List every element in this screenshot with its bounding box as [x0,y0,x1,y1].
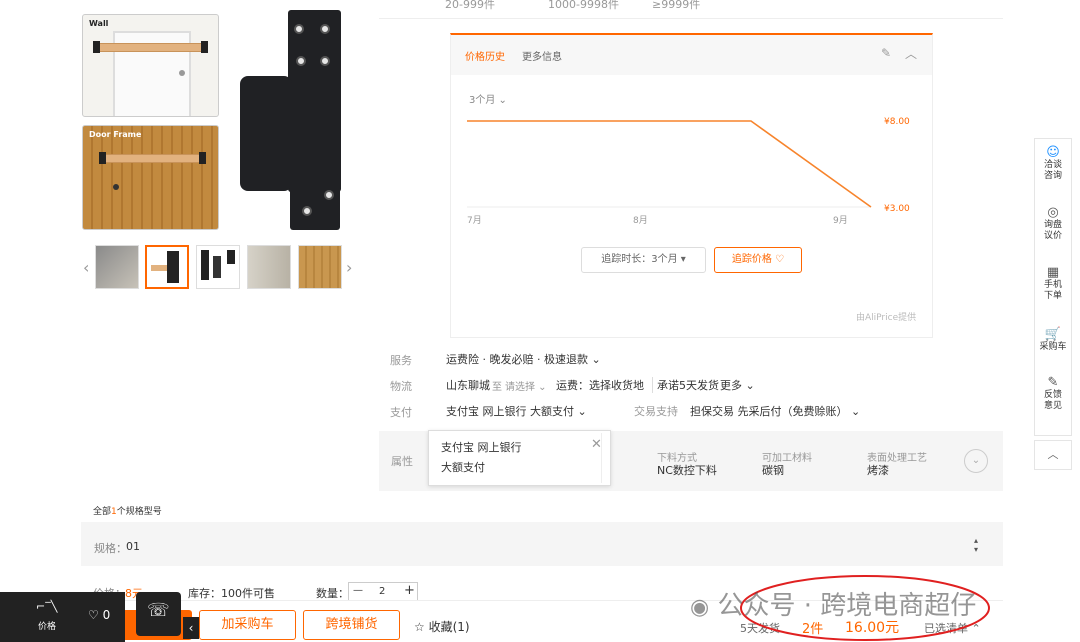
attr-value-surface: 烤漆 [867,464,889,477]
track-price-button[interactable]: 追踪价格 ♡ [714,247,802,273]
doorframe-tag: Door Frame [89,130,142,139]
service-value[interactable]: 运费险 · 晚发必赔 · 极速退款 ⌄ [446,351,601,367]
gallery-wall-image[interactable]: Wall [82,14,219,117]
quantity-minus[interactable]: — [353,585,363,596]
top-divider [379,18,1003,19]
trend-icon[interactable]: ⌐‾╲ [36,600,57,613]
x-label-sep: 9月 [833,215,848,226]
trade-support-value[interactable]: 担保交易 先采后付（免费赊账） ⌄ [690,403,860,419]
chat-icon: ☏ [147,600,170,621]
tier-3: ≥9999件 [652,0,701,11]
chat-button[interactable]: ☏ [136,592,181,636]
sidebar-label-feedback: 反馈 意见 [1043,390,1062,411]
price-high-label: ¥8.00 [884,117,910,127]
right-sidebar: ☺ 洽谈 咨询 ◎ 询盘 议价 ▦ 手机 下单 🛒 采购车 ✎ 反馈 意见 [1034,138,1072,436]
payment-popup: 支付宝 网上银行 大额支付 ✕ [428,430,611,486]
logistics-label: 物流 [390,380,412,393]
thumbnail-3[interactable] [196,245,240,289]
track-duration-select[interactable]: 追踪时长：3个月 ▾ [581,247,706,273]
collapse-icon[interactable]: ︿ [905,45,917,62]
chat-bubble-icon: ☺ [1046,145,1060,160]
gallery-next-arrow[interactable]: › [346,258,352,277]
popup-line-2: 大额支付 [441,461,485,474]
cross-border-button[interactable]: 跨境铺货 [303,610,400,640]
payment-value[interactable]: 支付宝 网上银行 大额支付 ⌄ [446,403,587,419]
logistics-more[interactable]: 更多 ⌄ [720,377,755,393]
quantity-plus[interactable]: + [404,583,415,598]
quantity-label: 数量： [316,587,349,600]
x-label-aug: 8月 [633,215,648,226]
tier-2: 1000-9998件 [548,0,619,11]
edit-icon: ✎ [1047,375,1059,390]
attr-value-cutting: NC数控下料 [657,464,717,477]
attr-value-material: 碳钢 [762,464,784,477]
aliprice-credit: 由AliPrice提供 [856,313,917,323]
service-label: 服务 [390,354,412,367]
tab-more-info[interactable]: 更多信息 [522,48,562,63]
payment-label: 支付 [390,406,412,419]
sidebar-item-mobile[interactable]: ▦ 手机 下单 [1035,265,1071,302]
popup-line-1: 支付宝 网上银行 [441,441,522,454]
logistics-destination-select[interactable]: 请选择 ⌄ [505,378,547,393]
freight-info: 运费：选择收货地 [556,379,644,392]
target-icon: ◎ [1047,205,1059,220]
floating-toolbar: ⌐‾╲ 价格 ♡ 0 [0,592,125,642]
popup-scrollbar[interactable] [601,433,609,483]
sidebar-label-consult: 洽谈 咨询 [1043,160,1062,181]
tab-price-history[interactable]: 价格历史 [465,48,505,63]
price-history-header: 价格历史 更多信息 ✎ ︿ [451,35,932,75]
cart-icon: 🛒 [1044,327,1062,342]
sidebar-item-inquiry[interactable]: ◎ 询盘 议价 [1035,205,1071,242]
quantity-stepper[interactable]: — 2 + [348,582,418,602]
trade-support-label: 交易支持 [634,405,678,418]
expand-attributes-icon[interactable]: ⌄ [964,449,988,473]
tier-1: 20-999件 [445,0,495,11]
price-low-label: ¥3.00 [884,204,910,214]
gallery-prev-arrow[interactable]: ‹ [83,258,89,277]
logistics-to: 至 [492,382,502,393]
spec-summary: 全部1个规格型号 [93,507,162,517]
like-counter[interactable]: ♡ 0 [88,608,110,622]
gallery-doorframe-image[interactable]: Door Frame [82,125,219,230]
price-line-chart: ¥8.00 ¥3.00 7月 8月 9月 [467,117,910,226]
ship-promise: 承诺5天发货 [652,377,719,393]
product-hero-image[interactable] [230,6,355,238]
spec-scroll-icon[interactable]: ▴ ▾ [974,536,978,554]
spec-value: 01 [126,540,140,553]
float-collapse-arrow[interactable]: ‹ [183,617,199,639]
thumbnail-1[interactable] [95,245,139,289]
spec-label: 规格： [94,542,127,555]
scroll-top-button[interactable]: ︿ [1034,440,1072,470]
watermark: ◉ 公众号 · 跨境电商超仔 [690,591,977,621]
sidebar-item-feedback[interactable]: ✎ 反馈 意见 [1035,375,1071,412]
x-label-jul: 7月 [467,215,482,226]
quantity-value[interactable]: 2 [379,586,385,597]
sidebar-label-mobile: 手机 下单 [1043,280,1062,301]
favorite-button[interactable]: ☆ 收藏(1) [414,618,470,635]
sidebar-label-cart: 采购车 [1039,342,1067,352]
price-label-float[interactable]: 价格 [38,619,56,632]
qr-code-icon: ▦ [1046,265,1060,280]
edit-icon[interactable]: ✎ [881,46,891,60]
sidebar-label-inquiry: 询盘 议价 [1043,220,1062,241]
wechat-icon: ◉ [690,595,710,620]
sidebar-item-consult[interactable]: ☺ 洽谈 咨询 [1035,145,1071,182]
sidebar-item-cart[interactable]: 🛒 采购车 [1035,327,1071,353]
attributes-label: 属性 [391,455,413,468]
price-history-card: 价格历史 更多信息 ✎ ︿ 3个月 ⌄ ¥8.00 ¥3.00 7月 8月 9月… [450,33,933,338]
logistics-origin: 山东聊城 [446,379,490,392]
period-select[interactable]: 3个月 ⌄ [469,91,507,106]
stock-info: 库存：100件可售 [188,587,275,600]
wall-tag: Wall [89,19,109,28]
thumbnail-2[interactable] [145,245,189,289]
spec-row[interactable]: 规格： 01 ▴ ▾ [81,522,1003,566]
thumbnail-5[interactable] [298,245,342,289]
add-to-cart-button[interactable]: 加采购车 [199,610,296,640]
price-series-line [467,120,872,208]
thumbnail-4[interactable] [247,245,291,289]
